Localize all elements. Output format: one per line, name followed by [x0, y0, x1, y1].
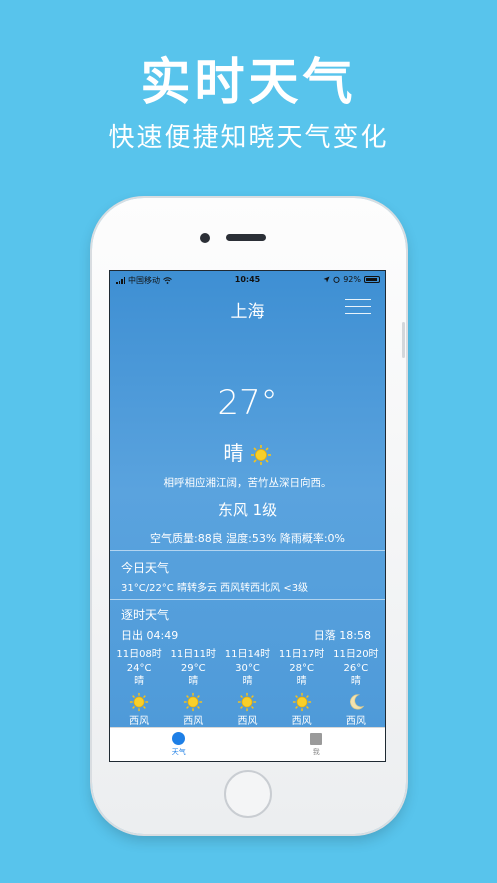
location-icon — [323, 276, 330, 283]
hour-temp: 24°C — [126, 662, 152, 674]
promo-subtitle: 快速便捷知晓天气变化 — [108, 123, 389, 153]
hour-condition: 晴 — [134, 676, 145, 687]
divider — [110, 550, 385, 551]
hour-time: 11日17时 — [278, 649, 325, 660]
tab-weather-label: 天气 — [171, 748, 186, 756]
phone-side-button — [402, 322, 405, 358]
air-quality-info: 空气质量:88良 湿度:53% 降雨概率:0% — [149, 532, 345, 545]
battery-percent: 92% — [343, 275, 361, 284]
hour-wind: 西风 — [345, 715, 366, 727]
city-title: 上海 — [230, 302, 265, 322]
hourly-forecast-list: 11日08时 24°C 晴 西风 11日11时 29°C 晴 西风 11日14时… — [110, 648, 385, 728]
poem-text: 相呼相应湘江阔，苦竹丛深日向西。 — [163, 477, 332, 489]
home-button[interactable] — [224, 770, 272, 818]
hour-condition: 晴 — [350, 676, 361, 687]
sun-icon — [238, 692, 257, 712]
tab-me-label: 我 — [312, 747, 320, 756]
hour-temp: 26°C — [343, 662, 369, 674]
hamburger-menu-icon[interactable] — [345, 299, 371, 319]
hour-wind: 西风 — [183, 715, 204, 727]
divider — [110, 599, 385, 600]
today-weather-detail: 31°C/22°C 晴转多云 西风转西北风 <3级 — [121, 583, 309, 594]
current-temperature: 27° — [217, 383, 278, 423]
hour-condition: 晴 — [242, 676, 253, 687]
hourly-item: 11日17时 28°C 晴 西风 — [275, 648, 329, 728]
hour-temp: 29°C — [180, 662, 206, 674]
sun-icon — [292, 692, 311, 712]
hour-temp: 28°C — [289, 662, 315, 674]
hour-wind: 西风 — [129, 715, 150, 727]
weather-tab-icon — [172, 732, 186, 745]
today-weather-label: 今日天气 — [121, 561, 170, 575]
condition-label: 晴 — [223, 441, 244, 465]
hour-condition: 晴 — [188, 676, 199, 687]
current-condition: 晴 — [110, 437, 385, 466]
hourly-item: 11日20时 26°C 晴 西风 — [329, 648, 383, 728]
app-screen: 中国移动 10:45 92% 上海 27° 晴 相呼相应湘江阔，苦竹丛深日向西。… — [109, 270, 386, 762]
hour-time: 11日11时 — [170, 649, 216, 660]
sunrise-time: 日出 04:49 — [121, 629, 179, 642]
camera-icon — [200, 233, 210, 243]
hourly-item: 11日08时 24°C 晴 西风 — [112, 648, 166, 728]
promo-title: 实时天气 — [140, 53, 357, 111]
tab-weather[interactable]: 天气 — [110, 728, 248, 761]
hour-wind: 西风 — [237, 715, 258, 727]
hourly-weather-label: 逐时天气 — [121, 608, 170, 622]
hour-wind: 西风 — [291, 715, 312, 727]
tab-me[interactable]: 我 — [248, 728, 386, 761]
hour-temp: 30°C — [235, 662, 260, 674]
profile-tab-icon — [310, 732, 323, 745]
alarm-icon — [333, 276, 340, 283]
status-bar: 中国移动 10:45 92% — [110, 271, 385, 289]
sun-icon — [184, 692, 203, 712]
sunset-time: 日落 18:58 — [313, 629, 371, 642]
sun-icon — [130, 692, 149, 712]
battery-icon — [364, 276, 380, 283]
hour-time: 11日20时 — [333, 649, 379, 660]
wind-info: 东风 1级 — [217, 501, 278, 519]
hour-time: 11日08时 — [116, 649, 162, 660]
speaker-grille — [226, 234, 266, 241]
moon-icon — [349, 694, 365, 710]
tab-bar: 天气 我 — [110, 727, 385, 761]
hourly-item: 11日14时 30°C 晴 西风 — [220, 648, 274, 728]
hourly-item: 11日11时 29°C 晴 西风 — [166, 648, 220, 728]
sun-icon — [250, 444, 271, 465]
hour-condition: 晴 — [296, 676, 307, 687]
hour-time: 11日14时 — [224, 649, 271, 660]
